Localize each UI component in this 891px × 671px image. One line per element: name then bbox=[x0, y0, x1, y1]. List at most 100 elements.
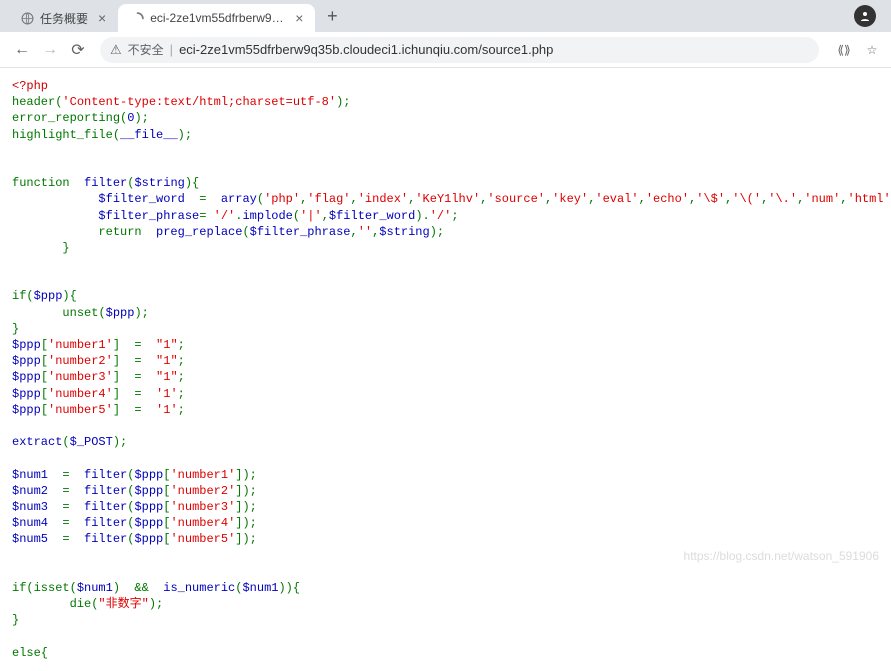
code-t: ; bbox=[178, 387, 185, 401]
code-t: '\$' bbox=[696, 192, 725, 206]
code-line bbox=[12, 144, 19, 158]
code-line: else{ bbox=[12, 646, 48, 660]
code-line: $num1 bbox=[12, 468, 55, 482]
reload-button[interactable]: ⟳ bbox=[64, 36, 92, 64]
code-t: implode bbox=[242, 209, 292, 223]
spinner-icon bbox=[130, 11, 144, 25]
code-t: ]); bbox=[235, 516, 257, 530]
code-t: ] = bbox=[113, 403, 156, 417]
code-t: 'flag' bbox=[307, 192, 350, 206]
code-line bbox=[12, 419, 19, 433]
code-t: preg_replace bbox=[156, 225, 242, 239]
code-t: ); bbox=[134, 306, 148, 320]
code-t: = bbox=[55, 532, 77, 546]
code-t: 'echo' bbox=[646, 192, 689, 206]
code-t: [ bbox=[41, 387, 48, 401]
code-t: )){ bbox=[278, 581, 300, 595]
code-t: $_POST bbox=[70, 435, 113, 449]
tab-title: 任务概要 bbox=[40, 10, 88, 27]
code-t: , bbox=[322, 209, 329, 223]
code-line: die( bbox=[12, 597, 98, 611]
code-t: $ppp bbox=[34, 289, 63, 303]
arrow-left-icon: ← bbox=[14, 41, 30, 59]
avatar[interactable] bbox=[854, 5, 876, 27]
code-t: $string bbox=[134, 176, 184, 190]
code-t: = bbox=[55, 516, 77, 530]
code-t: 'Content-type:text/html;charset=utf-8' bbox=[62, 95, 336, 109]
code-t: ){ bbox=[62, 289, 76, 303]
code-t: ( bbox=[257, 192, 264, 206]
code-line bbox=[12, 565, 19, 579]
security-text: 不安全 bbox=[128, 41, 164, 58]
watermark: https://blog.csdn.net/watson_591906 bbox=[684, 549, 879, 563]
code-t: '1' bbox=[156, 387, 178, 401]
code-line: function bbox=[12, 176, 77, 190]
code-t: ); bbox=[430, 225, 444, 239]
code-t: $ppp bbox=[134, 484, 163, 498]
tab-source-page[interactable]: eci-2ze1vm55dfrberw9q35b.cl × bbox=[118, 4, 315, 32]
globe-icon bbox=[20, 11, 34, 25]
code-line bbox=[12, 257, 19, 271]
code-t: [ bbox=[41, 338, 48, 352]
code-line: header bbox=[12, 95, 55, 109]
code-t: array bbox=[214, 192, 257, 206]
code-t: [ bbox=[41, 403, 48, 417]
code-t: ); bbox=[336, 95, 350, 109]
code-t: $filter_phrase bbox=[98, 209, 199, 223]
code-t: ; bbox=[178, 403, 185, 417]
code-t: $ppp bbox=[106, 306, 135, 320]
close-icon[interactable]: × bbox=[98, 10, 106, 26]
code-line: $ppp bbox=[12, 338, 41, 352]
tab-title: eci-2ze1vm55dfrberw9q35b.cl bbox=[150, 11, 285, 25]
code-line: return bbox=[12, 225, 156, 239]
code-line bbox=[12, 192, 98, 206]
code-t: $filter_word bbox=[329, 209, 415, 223]
reload-icon: ⟳ bbox=[71, 40, 84, 60]
code-t: '\.' bbox=[768, 192, 797, 206]
tab-bar: 任务概要 × eci-2ze1vm55dfrberw9q35b.cl × + bbox=[0, 0, 891, 32]
code-line bbox=[12, 160, 19, 174]
code-t: "1" bbox=[156, 354, 178, 368]
new-tab-button[interactable]: + bbox=[319, 3, 345, 29]
code-t: [ bbox=[41, 370, 48, 384]
code-t: filter bbox=[77, 516, 127, 530]
code-t: ]); bbox=[235, 468, 257, 482]
translate-icon: ⟪⟫ bbox=[837, 43, 850, 57]
code-t: $ppp bbox=[134, 516, 163, 530]
code-t: $num1 bbox=[242, 581, 278, 595]
code-t: , bbox=[639, 192, 646, 206]
code-t: filter bbox=[77, 176, 127, 190]
code-t: 'number4' bbox=[170, 516, 235, 530]
code-t: [ bbox=[41, 354, 48, 368]
back-button[interactable]: ← bbox=[8, 36, 36, 64]
code-t: ] = bbox=[113, 387, 156, 401]
warning-icon: ⚠ bbox=[110, 42, 122, 58]
code-t: ] = bbox=[113, 338, 156, 352]
code-line: $ppp bbox=[12, 403, 41, 417]
code-t: ( bbox=[62, 435, 69, 449]
code-t: 'number5' bbox=[170, 532, 235, 546]
code-t: ( bbox=[235, 581, 242, 595]
code-line: $num5 bbox=[12, 532, 55, 546]
code-t: ( bbox=[98, 306, 105, 320]
code-t: $ppp bbox=[134, 468, 163, 482]
bookmark-button[interactable]: ☆ bbox=[861, 39, 883, 61]
code-t: 'php' bbox=[264, 192, 300, 206]
code-line: $num4 bbox=[12, 516, 55, 530]
code-t: ); bbox=[134, 111, 148, 125]
translate-button[interactable]: ⟪⟫ bbox=[833, 39, 855, 61]
code-line: extract bbox=[12, 435, 62, 449]
code-t: ]); bbox=[235, 532, 257, 546]
code-t: 'KeY1lhv' bbox=[415, 192, 480, 206]
code-t: $filter_word bbox=[98, 192, 192, 206]
close-icon[interactable]: × bbox=[295, 10, 303, 26]
forward-button[interactable]: → bbox=[36, 36, 64, 64]
code-t: 'number2' bbox=[48, 354, 113, 368]
code-t: '1' bbox=[156, 403, 178, 417]
code-line: highlight_file bbox=[12, 128, 113, 142]
code-t: ]); bbox=[235, 500, 257, 514]
code-t: ); bbox=[178, 128, 192, 142]
omnibox[interactable]: ⚠ 不安全 | eci-2ze1vm55dfrberw9q35b.cloudec… bbox=[100, 37, 819, 63]
code-t: , bbox=[350, 225, 357, 239]
tab-task-overview[interactable]: 任务概要 × bbox=[8, 4, 118, 32]
